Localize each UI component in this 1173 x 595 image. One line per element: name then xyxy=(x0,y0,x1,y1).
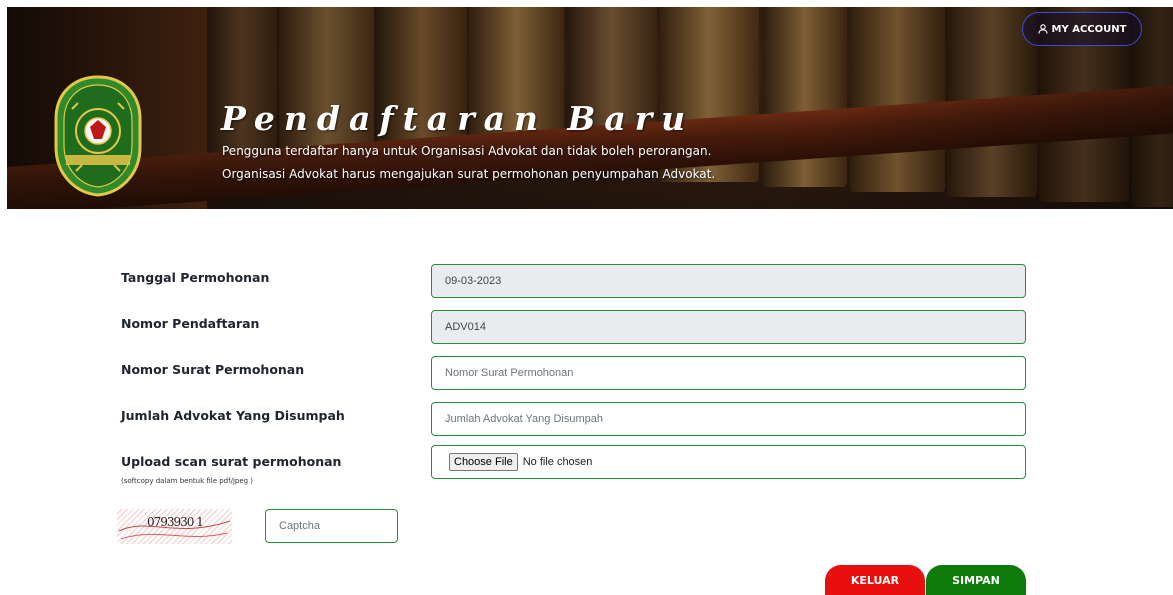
label-nomor-surat-permohonan: Nomor Surat Permohonan xyxy=(121,362,305,377)
choose-file-button[interactable]: Choose File xyxy=(449,453,518,471)
my-account-button[interactable]: MY ACCOUNT xyxy=(1022,12,1142,46)
jumlah-advokat-input[interactable] xyxy=(431,402,1026,436)
banner-subtitle-line1: Pengguna terdaftar hanya untuk Organisas… xyxy=(222,144,712,158)
captcha-image: 0793930 1 xyxy=(117,509,232,544)
label-tanggal-permohonan: Tanggal Permohonan xyxy=(121,270,270,285)
tanggal-permohonan-field[interactable] xyxy=(431,264,1026,298)
nomor-surat-permohonan-input[interactable] xyxy=(431,356,1026,390)
pengadilan-tinggi-logo xyxy=(54,75,142,197)
nomor-pendaftaran-field[interactable] xyxy=(431,310,1026,344)
user-icon xyxy=(1037,24,1048,34)
label-jumlah-advokat: Jumlah Advokat Yang Disumpah xyxy=(121,408,345,423)
simpan-button[interactable]: SIMPAN xyxy=(926,565,1026,595)
captcha-input[interactable] xyxy=(265,509,398,543)
header-banner: Pendaftaran Baru Pengguna terdaftar hany… xyxy=(7,7,1173,209)
keluar-button[interactable]: KELUAR xyxy=(825,565,925,595)
captcha-code: 0793930 1 xyxy=(147,515,204,529)
my-account-label: MY ACCOUNT xyxy=(1051,23,1127,35)
upload-hint: (softcopy dalam bentuk file pdf/jpeg ) xyxy=(121,477,254,485)
file-status-text: No file chosen xyxy=(522,456,593,468)
upload-file-field[interactable]: Choose File No file chosen xyxy=(431,445,1026,479)
banner-subtitle-line2: Organisasi Advokat harus mengajukan sura… xyxy=(222,167,716,181)
label-upload-scan: Upload scan surat permohonan xyxy=(121,454,342,469)
page-title: Pendaftaran Baru xyxy=(221,99,695,138)
label-nomor-pendaftaran: Nomor Pendaftaran xyxy=(121,316,260,331)
